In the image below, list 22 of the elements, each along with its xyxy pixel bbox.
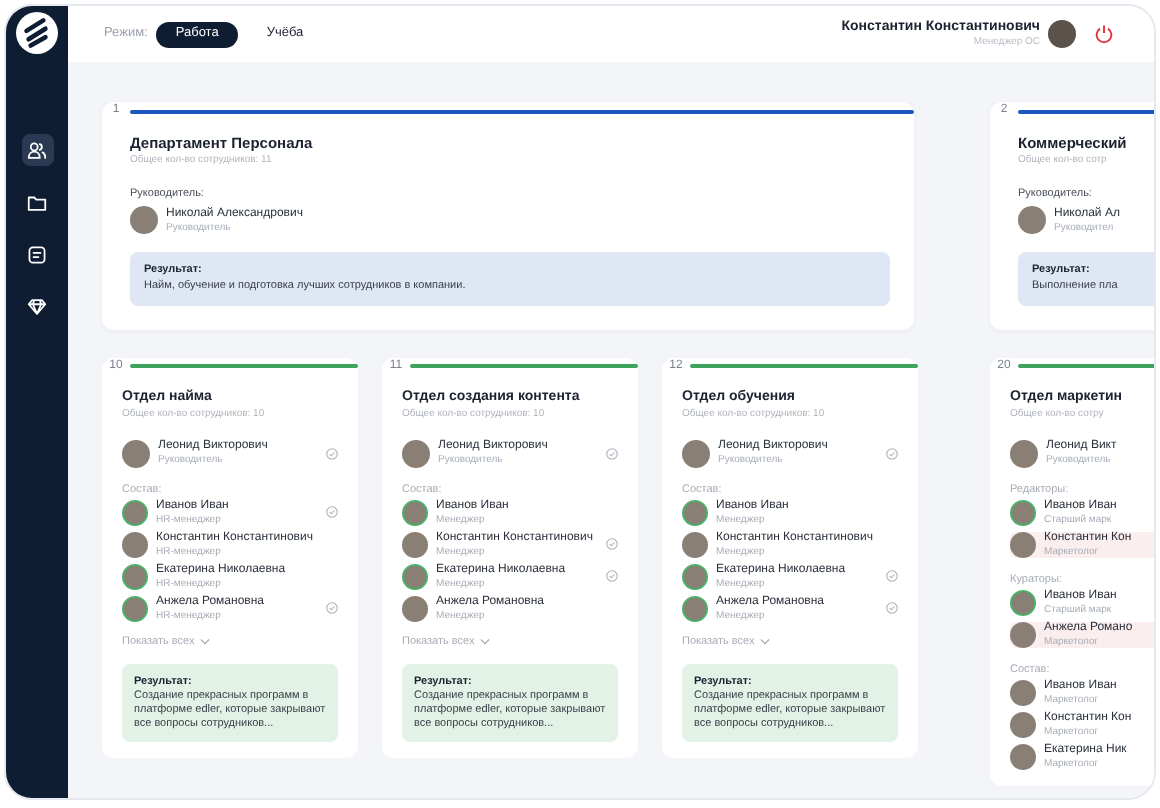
avatar (130, 206, 158, 234)
chevron-down-icon (200, 637, 211, 646)
chevron-down-icon (480, 637, 491, 646)
chevron-down-icon (760, 637, 771, 646)
check-icon[interactable] (606, 570, 618, 583)
power-icon[interactable] (1094, 24, 1114, 44)
check-icon[interactable] (606, 538, 618, 551)
check-icon[interactable] (886, 570, 898, 583)
check-icon[interactable] (606, 447, 618, 459)
avatar (1018, 206, 1046, 234)
check-icon[interactable] (886, 602, 898, 615)
avatar (122, 439, 150, 467)
check-icon[interactable] (886, 447, 898, 459)
avatar (402, 439, 430, 467)
avatar (1010, 439, 1038, 467)
users-icon[interactable] (21, 134, 53, 166)
avatar (682, 439, 710, 467)
user-avatar (1048, 20, 1076, 48)
check-icon[interactable] (326, 506, 338, 519)
check-icon[interactable] (326, 602, 338, 615)
logo-icon (16, 12, 58, 54)
check-icon[interactable] (326, 447, 338, 459)
